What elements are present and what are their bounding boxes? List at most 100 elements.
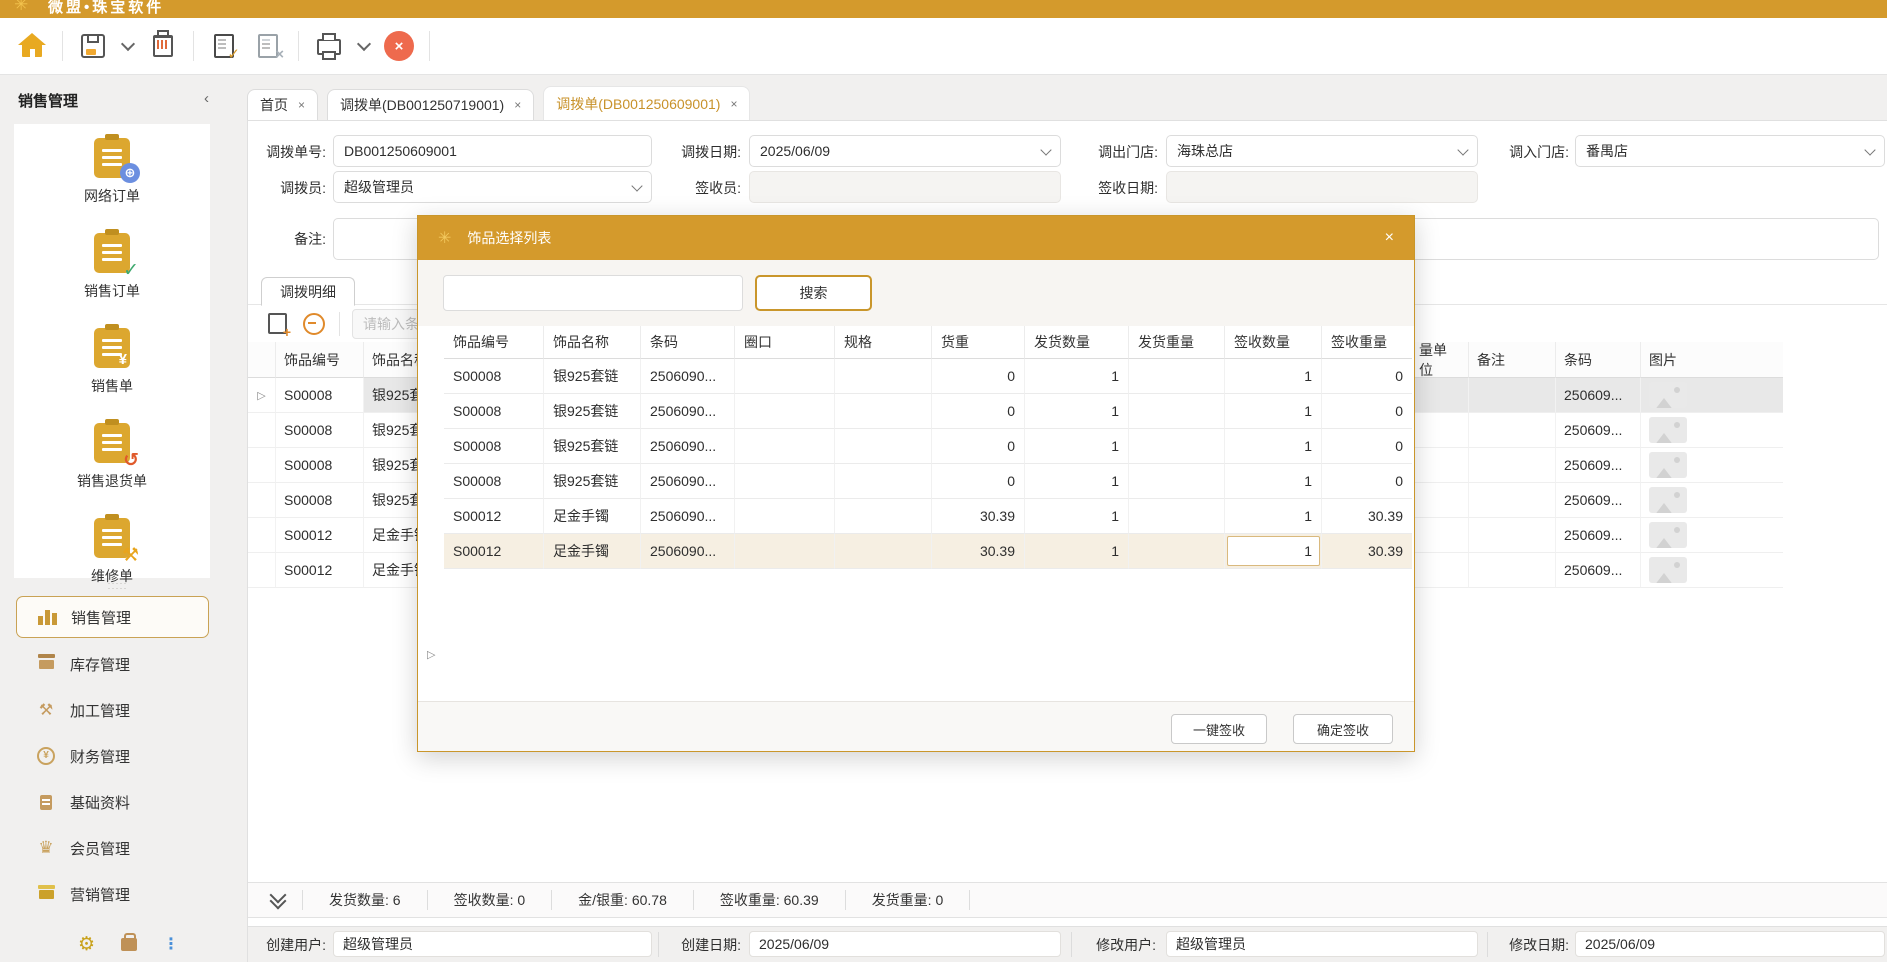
cell-weight: 30.39 xyxy=(932,534,1025,569)
close-icon[interactable]: × xyxy=(730,97,737,111)
cell-barcode: 250609... xyxy=(1556,378,1641,413)
tab-transfer-2[interactable]: 调拨单(DB001250609001)× xyxy=(543,86,750,120)
to-store-select[interactable]: 番禺店 xyxy=(1575,135,1885,167)
more-dots-icon[interactable]: ⋮ xyxy=(163,934,179,954)
tab-transfer-detail[interactable]: 调拨明细 xyxy=(261,277,355,306)
briefcase-icon[interactable] xyxy=(121,938,137,951)
sidebar-item-finance-coin[interactable]: ¥财务管理 xyxy=(16,736,209,776)
chevron-down-icon xyxy=(631,180,642,191)
cell-ship-weight xyxy=(1129,429,1225,464)
header-gutter xyxy=(248,342,276,378)
header-note: 备注 xyxy=(1469,342,1556,378)
header-ring-size: 圈口 xyxy=(735,326,835,359)
add-item-icon[interactable] xyxy=(268,313,287,334)
table-row[interactable]: 250609... xyxy=(1411,553,1783,588)
cell-item-name: 足金手镯 xyxy=(544,534,641,569)
receive-date-input[interactable] xyxy=(1166,171,1478,203)
sidebar-item-marketing-box[interactable]: 营销管理 xyxy=(16,874,209,914)
from-store-value: 海珠总店 xyxy=(1177,141,1233,161)
summary-item: 发货数量: 6 xyxy=(303,890,427,910)
table-row[interactable]: 250609... xyxy=(1411,448,1783,483)
cell-recv-weight: 0 xyxy=(1322,394,1412,429)
cell-note xyxy=(1469,553,1556,588)
cell-ring-size xyxy=(735,429,835,464)
sidebar-shortcut[interactable]: ⊕网络订单 xyxy=(84,138,140,206)
search-button[interactable]: 搜索 xyxy=(755,275,872,311)
close-icon[interactable]: × xyxy=(514,98,521,112)
tab-home[interactable]: 首页× xyxy=(247,89,318,120)
dialog-table-row[interactable]: S00008银925套链2506090...0110 xyxy=(444,359,1412,394)
sidebar-item-inventory-box[interactable]: 库存管理 xyxy=(16,644,209,684)
cell-weight: 0 xyxy=(932,394,1025,429)
close-window-button[interactable]: × xyxy=(377,24,421,68)
receive-all-button[interactable]: 一键签收 xyxy=(1171,714,1267,744)
table-row[interactable]: 250609... xyxy=(1411,378,1783,413)
sidebar-item-base-doc[interactable]: 基础资料 xyxy=(16,782,209,822)
header-spec: 规格 xyxy=(835,326,932,359)
image-placeholder-icon xyxy=(1649,487,1687,513)
summary-divider xyxy=(969,890,970,910)
from-store-select[interactable]: 海珠总店 xyxy=(1166,135,1478,167)
cell-weight: 0 xyxy=(932,464,1025,499)
toolbar-divider xyxy=(62,31,63,61)
recv-qty-input[interactable]: 1 xyxy=(1227,536,1320,566)
transfer-date-select[interactable]: 2025/06/09 xyxy=(749,135,1061,167)
table-row[interactable]: 250609... xyxy=(1411,483,1783,518)
transfer-no-input[interactable]: DB001250609001 xyxy=(333,135,652,167)
sidebar-item-member-crown[interactable]: ♛会员管理 xyxy=(16,828,209,868)
cell-weight-unit xyxy=(1411,518,1469,553)
header-item-code: 饰品编号 xyxy=(444,326,544,359)
cell-item-name: 银925套链 xyxy=(544,394,641,429)
transfer-clerk-select[interactable]: 超级管理员 xyxy=(333,171,652,203)
sidebar-shortcut[interactable]: ¥销售单 xyxy=(91,328,133,396)
print-more-button[interactable] xyxy=(351,24,377,68)
layers-icon[interactable] xyxy=(270,892,286,908)
settings-gear-icon[interactable]: ⚙ xyxy=(78,933,95,956)
table-row[interactable]: 250609... xyxy=(1411,413,1783,448)
dialog-search-input[interactable] xyxy=(443,275,743,311)
row-expand-icon[interactable]: ▷ xyxy=(427,648,435,661)
dialog-table-row[interactable]: S00008银925套链2506090...0110 xyxy=(444,464,1412,499)
dialog-table-row[interactable]: S00008银925套链2506090...0110 xyxy=(444,429,1412,464)
created-by-label: 创建用户: xyxy=(251,927,326,962)
receiver-input[interactable] xyxy=(749,171,1061,203)
audit-confirm-button[interactable]: ✓ xyxy=(202,24,246,68)
dialog-table-row[interactable]: S00012足金手镯2506090...30.391130.39 xyxy=(444,499,1412,534)
cell-item-name: 银925套链 xyxy=(544,429,641,464)
dialog-close-icon[interactable]: × xyxy=(1385,229,1394,247)
toolbar-divider xyxy=(298,31,299,61)
summary-item: 金/银重: 60.78 xyxy=(552,890,693,910)
print-button[interactable] xyxy=(307,24,351,68)
sidebar-shortcut[interactable]: ↺销售退货单 xyxy=(77,423,147,491)
save-more-button[interactable] xyxy=(115,24,141,68)
dialog-table-row[interactable]: S00012足金手镯2506090...30.391130.39 xyxy=(444,534,1412,569)
header-ship-qty: 发货数量 xyxy=(1025,326,1129,359)
close-icon[interactable]: × xyxy=(298,98,305,112)
sidebar-item-processing[interactable]: ⚒加工管理 xyxy=(16,690,209,730)
cell-barcode: 2506090... xyxy=(641,534,735,569)
row-expand-icon[interactable]: ▷ xyxy=(257,389,265,402)
cell-ship-qty: 1 xyxy=(1025,464,1129,499)
row-gutter xyxy=(248,448,276,483)
cell-note xyxy=(1469,483,1556,518)
cell-image xyxy=(1641,483,1783,518)
delete-button[interactable] xyxy=(141,24,185,68)
audit-cancel-button[interactable]: × xyxy=(246,24,290,68)
dialog-table-row[interactable]: S00008银925套链2506090...0110 xyxy=(444,394,1412,429)
confirm-receive-button[interactable]: 确定签收 xyxy=(1293,714,1393,744)
sidebar-collapse-icon[interactable]: ‹ xyxy=(204,90,209,107)
cell-item-code: S00012 xyxy=(276,553,364,588)
home-button[interactable] xyxy=(10,24,54,68)
remove-item-icon[interactable] xyxy=(303,313,325,335)
sidebar-shortcut[interactable]: ✓销售订单 xyxy=(84,233,140,301)
sidebar-shortcut[interactable]: ⚒维修单 xyxy=(91,518,133,586)
cell-barcode: 250609... xyxy=(1556,413,1641,448)
tab-transfer-1[interactable]: 调拨单(DB001250719001)× xyxy=(327,89,534,120)
cell-ship-weight xyxy=(1129,359,1225,394)
save-button[interactable] xyxy=(71,24,115,68)
save-icon xyxy=(81,34,105,58)
sidebar-drag-handle[interactable]: ·········· xyxy=(0,581,235,591)
table-row[interactable]: 250609... xyxy=(1411,518,1783,553)
sidebar-item-bar-chart[interactable]: 销售管理 xyxy=(16,596,209,638)
cell-barcode: 2506090... xyxy=(641,429,735,464)
